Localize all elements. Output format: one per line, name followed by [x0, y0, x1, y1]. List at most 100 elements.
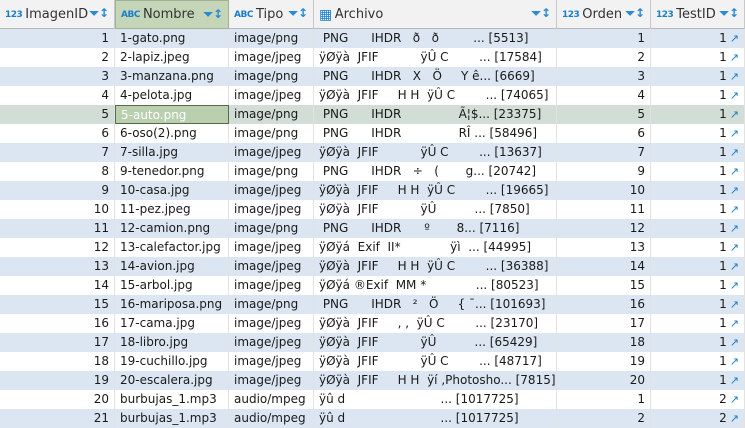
table-row[interactable]: 13 14-avion.jpg image/jpeg ÿØÿà JFIF H H ÿÛ…	[0, 257, 745, 276]
open-reference-icon[interactable]: ↗	[730, 260, 739, 273]
cell-imagenid[interactable]: 4	[0, 86, 115, 105]
cell-nombre[interactable]: 2-lapiz.jpeg	[115, 48, 229, 67]
cell-archivo[interactable]: ÿØÿà JFIF H H ÿÛ C ... [36388]	[314, 257, 557, 276]
open-reference-icon[interactable]: ↗	[730, 127, 739, 140]
cell-tipo[interactable]: image/jpeg	[229, 238, 314, 257]
cell-orden[interactable]: 5	[557, 105, 651, 124]
cell-orden[interactable]: 10	[557, 181, 651, 200]
table-row[interactable]: 15 16-mariposa.png image/png PNG IHDR ² Ö …	[0, 295, 745, 314]
cell-orden[interactable]: 4	[557, 86, 651, 105]
cell-nombre[interactable]: 18-libro.jpg	[115, 333, 229, 352]
cell-testid[interactable]: 1 ↗	[651, 86, 745, 105]
cell-nombre[interactable]: 16-mariposa.png	[115, 295, 229, 314]
open-reference-icon[interactable]: ↗	[730, 51, 739, 64]
open-reference-icon[interactable]: ↗	[730, 298, 739, 311]
open-reference-icon[interactable]: ↗	[730, 279, 739, 292]
cell-archivo[interactable]: ÿØÿà JFIF H H ÿí ,Photosho... [7815]	[314, 371, 557, 390]
cell-nombre[interactable]: 19-cuchillo.jpg	[115, 352, 229, 371]
cell-testid[interactable]: 1 ↗	[651, 352, 745, 371]
cell-archivo[interactable]: ÿØÿá Exif II* ÿì ... [44995]	[314, 238, 557, 257]
column-header-tipo[interactable]: ABC Tipo ⏷↕	[229, 0, 314, 29]
column-header-nombre[interactable]: ABC Nombre ⏷↕	[115, 0, 229, 29]
cell-orden[interactable]: 1	[557, 29, 651, 48]
cell-tipo[interactable]: image/png	[229, 162, 314, 181]
table-row[interactable]: 6 6-oso(2).png image/png PNG IHDR RÎ ... […	[0, 124, 745, 143]
open-reference-icon[interactable]: ↗	[730, 32, 739, 45]
cell-imagenid[interactable]: 21	[0, 409, 115, 428]
cell-testid[interactable]: 1 ↗	[651, 333, 745, 352]
cell-orden[interactable]: 7	[557, 143, 651, 162]
cell-imagenid[interactable]: 10	[0, 200, 115, 219]
cell-orden[interactable]: 14	[557, 257, 651, 276]
table-row[interactable]: 17 18-libro.jpg image/jpeg ÿØÿà JFIF ÿÛ ...…	[0, 333, 745, 352]
cell-tipo[interactable]: image/jpeg	[229, 48, 314, 67]
cell-testid[interactable]: 1 ↗	[651, 276, 745, 295]
open-reference-icon[interactable]: ↗	[730, 336, 739, 349]
cell-archivo[interactable]: ÿØÿà JFIF H H ÿÛ C ... [74065]	[314, 86, 557, 105]
cell-orden[interactable]: 20	[557, 371, 651, 390]
cell-archivo[interactable]: ÿØÿà JFIF H H ÿÛ C ... [19665]	[314, 181, 557, 200]
table-row[interactable]: 2 2-lapiz.jpeg image/jpeg ÿØÿà JFIF ÿÛ C ..…	[0, 48, 745, 67]
cell-testid[interactable]: 1 ↗	[651, 105, 745, 124]
cell-imagenid[interactable]: 11	[0, 219, 115, 238]
table-row[interactable]: 10 11-pez.jpeg image/jpeg ÿØÿà JFIF ÿÛ ... …	[0, 200, 745, 219]
table-row[interactable]: 7 7-silla.jpg image/jpeg ÿØÿà JFIF ÿÛ C ...…	[0, 143, 745, 162]
filter-sort-icon[interactable]: ⏷↕	[203, 7, 223, 22]
cell-testid[interactable]: 1 ↗	[651, 162, 745, 181]
cell-orden[interactable]: 9	[557, 162, 651, 181]
cell-orden[interactable]: 1	[557, 390, 651, 409]
cell-testid[interactable]: 1 ↗	[651, 124, 745, 143]
cell-tipo[interactable]: image/png	[229, 105, 314, 124]
filter-sort-icon[interactable]: ⏷↕	[719, 6, 739, 21]
cell-archivo[interactable]: ÿØÿà JFIF ÿÛ C ... [17584]	[314, 48, 557, 67]
open-reference-icon[interactable]: ↗	[730, 89, 739, 102]
open-reference-icon[interactable]: ↗	[730, 412, 739, 425]
cell-nombre[interactable]: 9-tenedor.png	[115, 162, 229, 181]
cell-orden[interactable]: 18	[557, 333, 651, 352]
column-header-testid[interactable]: 123 TestID ⏷↕	[651, 0, 745, 29]
cell-imagenid[interactable]: 9	[0, 181, 115, 200]
cell-testid[interactable]: 1 ↗	[651, 371, 745, 390]
cell-tipo[interactable]: image/jpeg	[229, 181, 314, 200]
column-header-imagenid[interactable]: 123 ImagenID ⏷↕	[0, 0, 115, 29]
table-row[interactable]: 4 4-pelota.jpg image/jpeg ÿØÿà JFIF H H ÿÛ …	[0, 86, 745, 105]
cell-imagenid[interactable]: 13	[0, 257, 115, 276]
open-reference-icon[interactable]: ↗	[730, 108, 739, 121]
cell-orden[interactable]: 13	[557, 238, 651, 257]
table-row[interactable]: 20 burbujas_1.mp3 audio/mpeg ÿû d ... [1017…	[0, 390, 745, 409]
cell-archivo[interactable]: PNG IHDR ÷ ( g... [20742]	[314, 162, 557, 181]
cell-archivo[interactable]: ÿØÿà JFIF ÿÛ ... [65429]	[314, 333, 557, 352]
cell-archivo[interactable]: PNG IHDR ð ð ... [5513]	[314, 29, 557, 48]
cell-archivo[interactable]: PNG IHDR RÎ ... [58496]	[314, 124, 557, 143]
cell-imagenid[interactable]: 14	[0, 276, 115, 295]
table-row[interactable]: 8 9-tenedor.png image/png PNG IHDR ÷ ( g..…	[0, 162, 745, 181]
cell-archivo[interactable]: ÿØÿà JFIF , , ÿÛ C ... [23170]	[314, 314, 557, 333]
table-row[interactable]: 1 1-gato.png image/png PNG IHDR ð ð ... [5…	[0, 29, 745, 48]
cell-tipo[interactable]: image/png	[229, 67, 314, 86]
cell-nombre[interactable]: 3-manzana.png	[115, 67, 229, 86]
table-row[interactable]: 14 15-arbol.jpg image/jpeg ÿØÿá ®Exif MM * …	[0, 276, 745, 295]
cell-archivo[interactable]: ÿû d ... [1017725]	[314, 409, 557, 428]
cell-testid[interactable]: 1 ↗	[651, 48, 745, 67]
cell-imagenid[interactable]: 5	[0, 105, 115, 124]
cell-archivo[interactable]: PNG IHDR X Ö Y ê... [6669]	[314, 67, 557, 86]
open-reference-icon[interactable]: ↗	[730, 203, 739, 216]
cell-tipo[interactable]: image/jpeg	[229, 352, 314, 371]
cell-tipo[interactable]: image/jpeg	[229, 200, 314, 219]
cell-testid[interactable]: 2 ↗	[651, 390, 745, 409]
cell-testid[interactable]: 1 ↗	[651, 219, 745, 238]
cell-tipo[interactable]: image/png	[229, 295, 314, 314]
open-reference-icon[interactable]: ↗	[730, 355, 739, 368]
cell-tipo[interactable]: audio/mpeg	[229, 390, 314, 409]
cell-nombre[interactable]: 1-gato.png	[115, 29, 229, 48]
cell-imagenid[interactable]: 20	[0, 390, 115, 409]
open-reference-icon[interactable]: ↗	[730, 317, 739, 330]
cell-nombre[interactable]: 15-arbol.jpg	[115, 276, 229, 295]
open-reference-icon[interactable]: ↗	[730, 241, 739, 254]
table-row[interactable]: 5 5-auto.png image/png PNG IHDR Ã¦$... [23…	[0, 105, 745, 124]
cell-tipo[interactable]: image/jpeg	[229, 86, 314, 105]
cell-testid[interactable]: 1 ↗	[651, 67, 745, 86]
cell-archivo[interactable]: ÿØÿá ®Exif MM * ... [80523]	[314, 276, 557, 295]
cell-testid[interactable]: 1 ↗	[651, 181, 745, 200]
open-reference-icon[interactable]: ↗	[730, 165, 739, 178]
